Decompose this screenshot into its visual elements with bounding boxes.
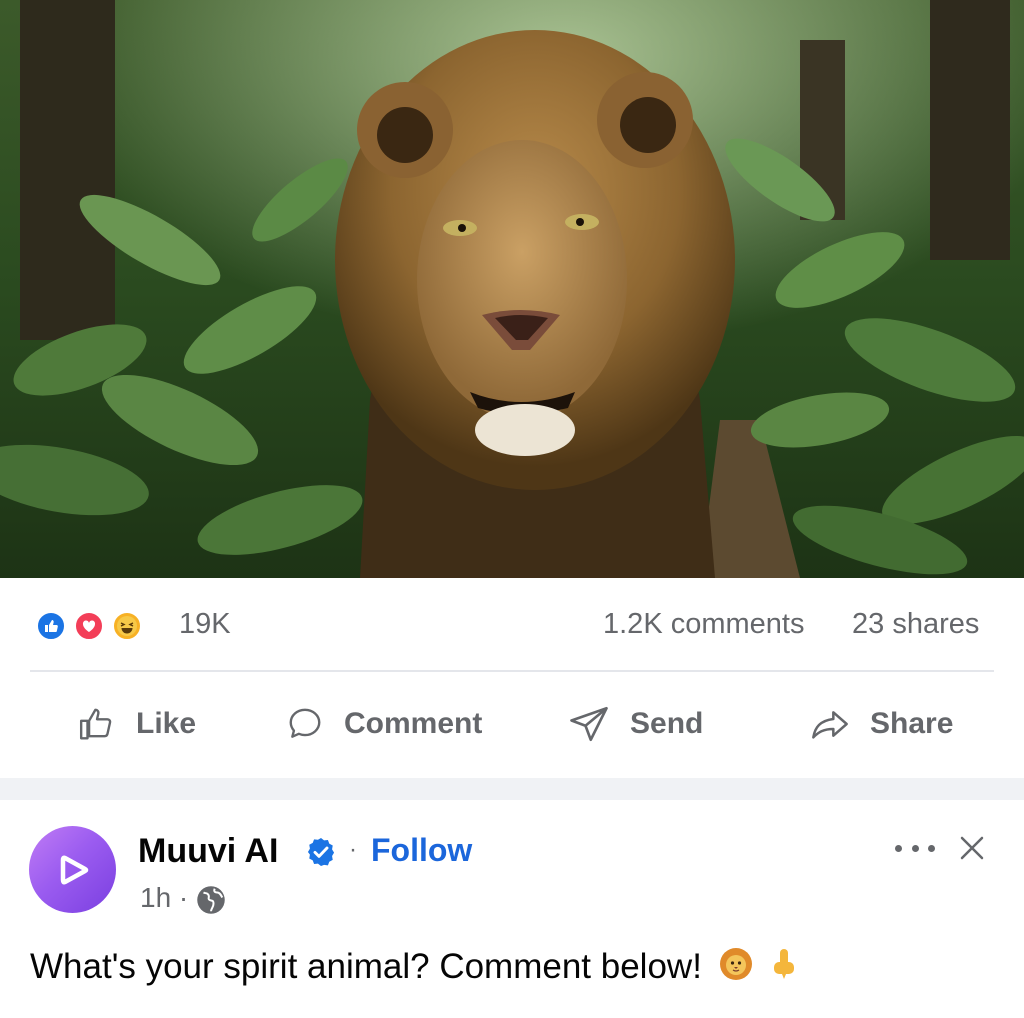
post-image[interactable] [0,0,1024,578]
post-actions: Like Comment Send Share [0,672,1024,778]
comment-button[interactable]: Comment [286,696,482,752]
post-stats-bar: 19K 1.2K comments 23 shares [0,578,1024,670]
like-icon [36,611,66,641]
lion-face-emoji [718,946,754,991]
share-arrow-icon [812,711,848,739]
lion-in-jungle-photo [0,0,1024,578]
reaction-count[interactable]: 19K [179,608,231,641]
send-button[interactable]: Send [568,696,703,752]
share-label: Share [870,707,954,740]
more-options-icon[interactable] [895,836,935,860]
like-label: Like [136,707,197,740]
author-name[interactable]: Muuvi AI [138,832,278,871]
post-timestamp[interactable]: 1h · [140,882,188,914]
pointing-down-emoji [769,946,799,991]
haha-icon [112,611,142,641]
feed-post: Muuvi AI · Follow 1h · What's your spiri… [0,800,1024,1018]
globe-icon[interactable] [196,885,226,920]
verified-badge-icon [305,836,337,873]
play-logo-icon [60,855,88,884]
close-icon[interactable] [957,833,987,868]
send-icon [570,706,608,742]
share-count[interactable]: 23 shares [852,608,979,641]
timestamp-text: 1h [140,882,172,913]
like-button[interactable]: Like [78,696,196,752]
feed-separator [0,778,1024,800]
avatar[interactable] [29,826,116,913]
comment-label: Comment [344,707,483,740]
post-caption: What's your spirit animal? Comment below… [30,946,799,991]
comment-count[interactable]: 1.2K comments [603,608,804,641]
separator-dot: · [349,836,357,863]
share-button[interactable]: Share [810,696,953,752]
comment-bubble-icon [289,708,321,738]
thumbs-up-icon [79,708,112,740]
caption-text: What's your spirit animal? Comment below… [30,946,702,986]
send-label: Send [630,707,704,740]
follow-button[interactable]: Follow [371,832,472,869]
love-icon [74,611,104,641]
